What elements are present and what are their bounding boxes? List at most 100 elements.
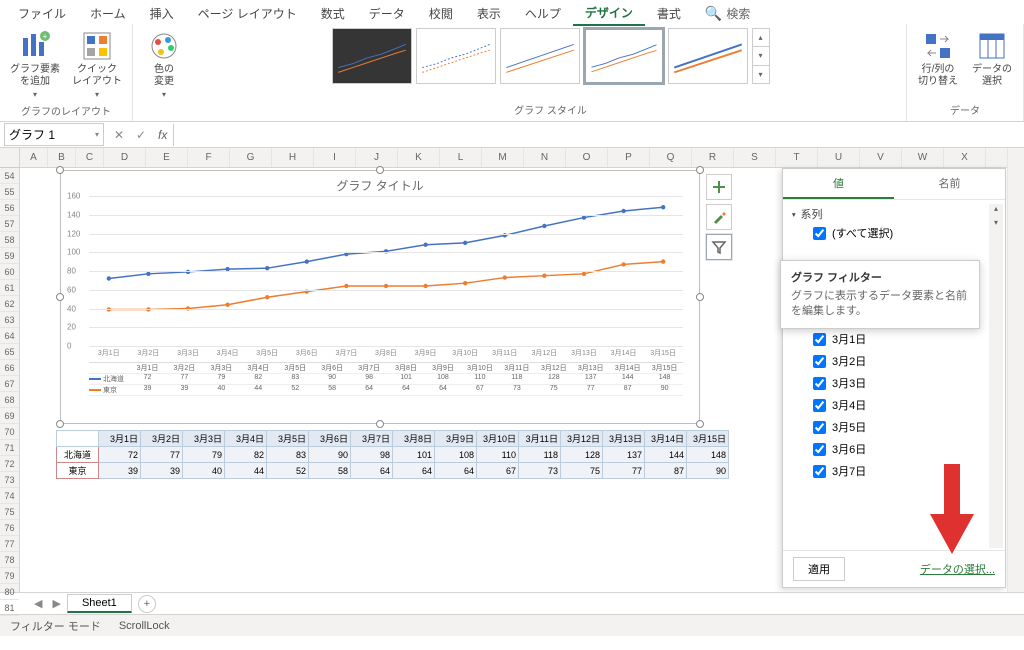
column-header[interactable]: W xyxy=(902,148,944,167)
row-header[interactable]: 65 xyxy=(0,344,19,360)
gallery-scroll-down[interactable]: ▾ xyxy=(753,47,769,65)
column-header[interactable]: J xyxy=(356,148,398,167)
resize-handle[interactable] xyxy=(376,420,384,428)
filter-tab-values[interactable]: 値 xyxy=(783,169,894,199)
row-header[interactable]: 78 xyxy=(0,552,19,568)
row-header[interactable]: 59 xyxy=(0,248,19,264)
column-header[interactable]: F xyxy=(188,148,230,167)
filter-apply-button[interactable]: 適用 xyxy=(793,557,845,581)
select-all-corner[interactable] xyxy=(0,148,19,168)
name-box[interactable]: グラフ 1 ▾ xyxy=(4,123,104,146)
grid-canvas[interactable]: グラフ タイトル 020406080100120140160 3月1日3月2日3… xyxy=(20,168,1024,592)
chart-object[interactable]: グラフ タイトル 020406080100120140160 3月1日3月2日3… xyxy=(60,170,700,424)
filter-scrollbar[interactable]: ▴▾ xyxy=(989,204,1003,548)
chart-plot-area[interactable]: 020406080100120140160 xyxy=(89,196,683,346)
column-header[interactable]: R xyxy=(692,148,734,167)
row-header[interactable]: 55 xyxy=(0,184,19,200)
row-header[interactable]: 79 xyxy=(0,568,19,584)
resize-handle[interactable] xyxy=(696,293,704,301)
add-sheet-button[interactable]: + xyxy=(138,595,156,613)
scroll-down[interactable]: ▾ xyxy=(989,218,1003,232)
row-header[interactable]: 74 xyxy=(0,488,19,504)
row-header[interactable]: 72 xyxy=(0,456,19,472)
row-header[interactable]: 70 xyxy=(0,424,19,440)
row-header[interactable]: 58 xyxy=(0,232,19,248)
checkbox[interactable] xyxy=(813,355,826,368)
switch-row-column-button[interactable]: 行/列の 切り替え xyxy=(913,28,963,90)
column-header[interactable]: V xyxy=(860,148,902,167)
tab-insert[interactable]: 挿入 xyxy=(138,2,186,25)
vertical-scrollbar[interactable] xyxy=(1007,148,1024,592)
column-header[interactable]: U xyxy=(818,148,860,167)
column-header[interactable]: T xyxy=(776,148,818,167)
gallery-scroll-up[interactable]: ▴ xyxy=(753,29,769,47)
filter-item[interactable]: 3月4日 xyxy=(791,394,997,416)
checkbox[interactable] xyxy=(813,399,826,412)
row-header[interactable]: 60 xyxy=(0,264,19,280)
row-header[interactable]: 61 xyxy=(0,280,19,296)
formula-enter-button[interactable]: ✓ xyxy=(130,128,152,142)
row-header[interactable]: 81 xyxy=(0,600,19,616)
sheet-tab[interactable]: Sheet1 xyxy=(67,594,132,613)
column-header[interactable]: D xyxy=(104,148,146,167)
resize-handle[interactable] xyxy=(56,166,64,174)
resize-handle[interactable] xyxy=(696,166,704,174)
fx-icon[interactable]: fx xyxy=(152,128,173,142)
tab-view[interactable]: 表示 xyxy=(465,2,513,25)
chart-filter-button[interactable] xyxy=(706,234,732,260)
row-header[interactable]: 54 xyxy=(0,168,19,184)
checkbox[interactable] xyxy=(813,465,826,478)
column-header[interactable]: S xyxy=(734,148,776,167)
chart-style-thumb[interactable] xyxy=(500,28,580,84)
row-header[interactable]: 62 xyxy=(0,296,19,312)
checkbox[interactable] xyxy=(813,333,826,346)
checkbox[interactable] xyxy=(813,377,826,390)
row-header[interactable]: 64 xyxy=(0,328,19,344)
filter-item[interactable]: 3月3日 xyxy=(791,372,997,394)
scroll-up[interactable]: ▴ xyxy=(989,204,1003,218)
column-header[interactable]: C xyxy=(76,148,104,167)
quick-layout-button[interactable]: クイック レイアウト ▾ xyxy=(68,28,126,101)
tab-formulas[interactable]: 数式 xyxy=(309,2,357,25)
chart-style-thumb[interactable] xyxy=(332,28,412,84)
column-header[interactable]: K xyxy=(398,148,440,167)
filter-item[interactable]: 3月2日 xyxy=(791,350,997,372)
search-box[interactable]: 🔍 検索 xyxy=(705,5,750,22)
column-header[interactable]: H xyxy=(272,148,314,167)
tab-review[interactable]: 校閲 xyxy=(417,2,465,25)
column-header[interactable]: Q xyxy=(650,148,692,167)
row-header[interactable]: 71 xyxy=(0,440,19,456)
row-header[interactable]: 73 xyxy=(0,472,19,488)
row-header[interactable]: 67 xyxy=(0,376,19,392)
row-header[interactable]: 56 xyxy=(0,200,19,216)
tab-data[interactable]: データ xyxy=(357,2,417,25)
filter-item[interactable]: 3月6日 xyxy=(791,438,997,460)
sheet-nav-prev[interactable]: ◀ xyxy=(30,597,46,610)
gallery-scroll-more[interactable]: ▾ xyxy=(753,66,769,83)
tab-home[interactable]: ホーム xyxy=(78,2,138,25)
row-header[interactable]: 75 xyxy=(0,504,19,520)
filter-item[interactable]: 3月1日 xyxy=(791,328,997,350)
column-header[interactable]: P xyxy=(608,148,650,167)
row-header[interactable]: 69 xyxy=(0,408,19,424)
resize-handle[interactable] xyxy=(56,420,64,428)
filter-item[interactable]: 3月5日 xyxy=(791,416,997,438)
row-header[interactable]: 77 xyxy=(0,536,19,552)
add-chart-element-button[interactable]: + グラフ要素 を追加 ▾ xyxy=(6,28,64,101)
row-header[interactable]: 80 xyxy=(0,584,19,600)
column-header[interactable]: A xyxy=(20,148,48,167)
select-data-button[interactable]: データの 選択 xyxy=(967,28,1017,90)
tab-file[interactable]: ファイル xyxy=(6,2,78,25)
column-header[interactable]: X xyxy=(944,148,986,167)
chart-style-thumb-selected[interactable] xyxy=(584,28,664,84)
chart-title[interactable]: グラフ タイトル xyxy=(61,171,699,196)
column-header[interactable]: O xyxy=(566,148,608,167)
formula-cancel-button[interactable]: ✕ xyxy=(108,128,130,142)
column-header[interactable]: L xyxy=(440,148,482,167)
filter-select-data-link[interactable]: データの選択... xyxy=(920,561,995,577)
row-header[interactable]: 57 xyxy=(0,216,19,232)
column-header[interactable]: B xyxy=(48,148,76,167)
data-range-cells[interactable]: 3月1日3月2日3月3日3月4日3月5日3月6日3月7日3月8日3月9日3月10… xyxy=(56,430,729,479)
row-header[interactable]: 63 xyxy=(0,312,19,328)
checkbox[interactable] xyxy=(813,443,826,456)
